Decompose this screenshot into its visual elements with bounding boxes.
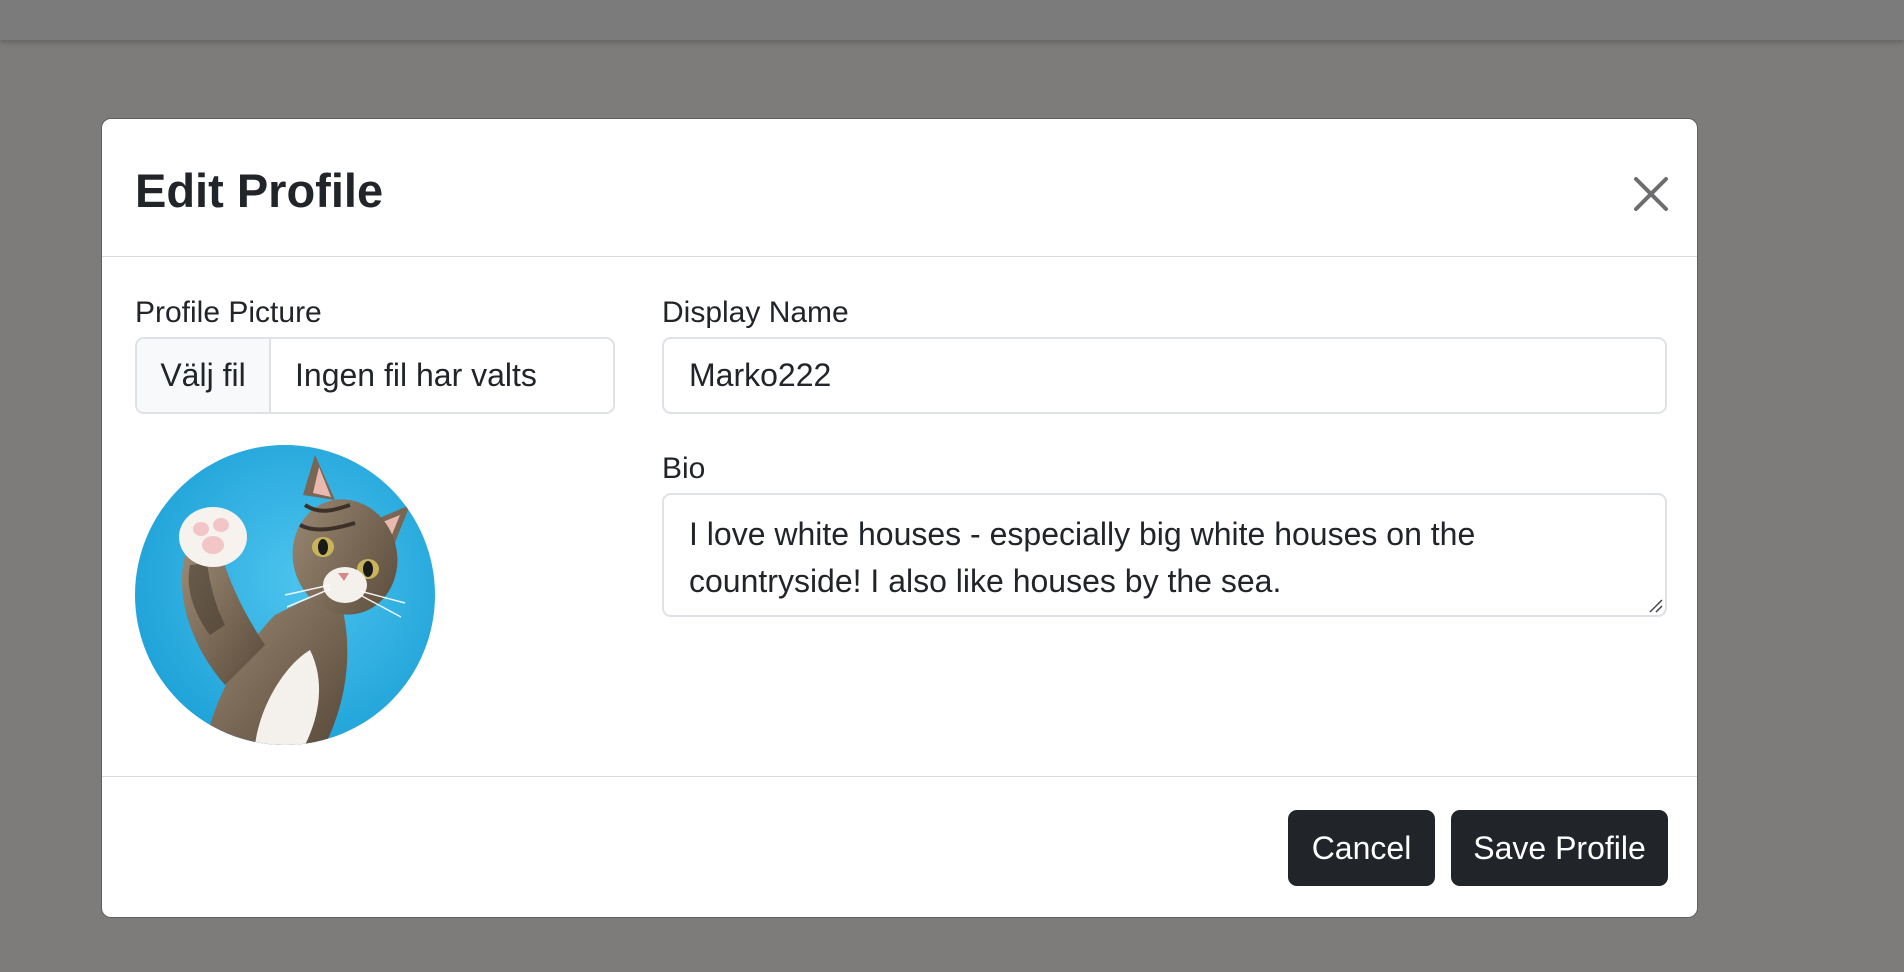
cancel-button[interactable]: Cancel [1288, 810, 1435, 886]
profile-avatar [135, 445, 435, 745]
bio-text: I love white houses - especially big whi… [689, 516, 1476, 599]
modal-title: Edit Profile [135, 164, 384, 217]
profile-picture-label: Profile Picture [135, 296, 322, 329]
choose-file-button[interactable]: Välj fil [137, 339, 271, 412]
close-button[interactable] [1624, 167, 1678, 221]
save-profile-button[interactable]: Save Profile [1451, 810, 1668, 886]
close-icon [1634, 177, 1668, 211]
cat-photo [135, 445, 435, 745]
display-name-label: Display Name [662, 296, 849, 329]
page-header-bar [0, 0, 1904, 40]
bio-label: Bio [662, 452, 706, 485]
display-name-input[interactable]: Marko222 [662, 337, 1667, 414]
resize-grip-icon[interactable] [1647, 597, 1663, 613]
file-status-text: Ingen fil har valts [295, 357, 537, 393]
modal-header: Edit Profile [102, 119, 1697, 257]
edit-profile-modal: Edit Profile Profile Picture Välj fil In… [101, 118, 1698, 918]
profile-picture-file-input[interactable]: Välj fil Ingen fil har valts [135, 337, 615, 414]
modal-footer: Cancel Save Profile [102, 776, 1697, 917]
bio-textarea[interactable]: I love white houses - especially big whi… [662, 493, 1667, 617]
